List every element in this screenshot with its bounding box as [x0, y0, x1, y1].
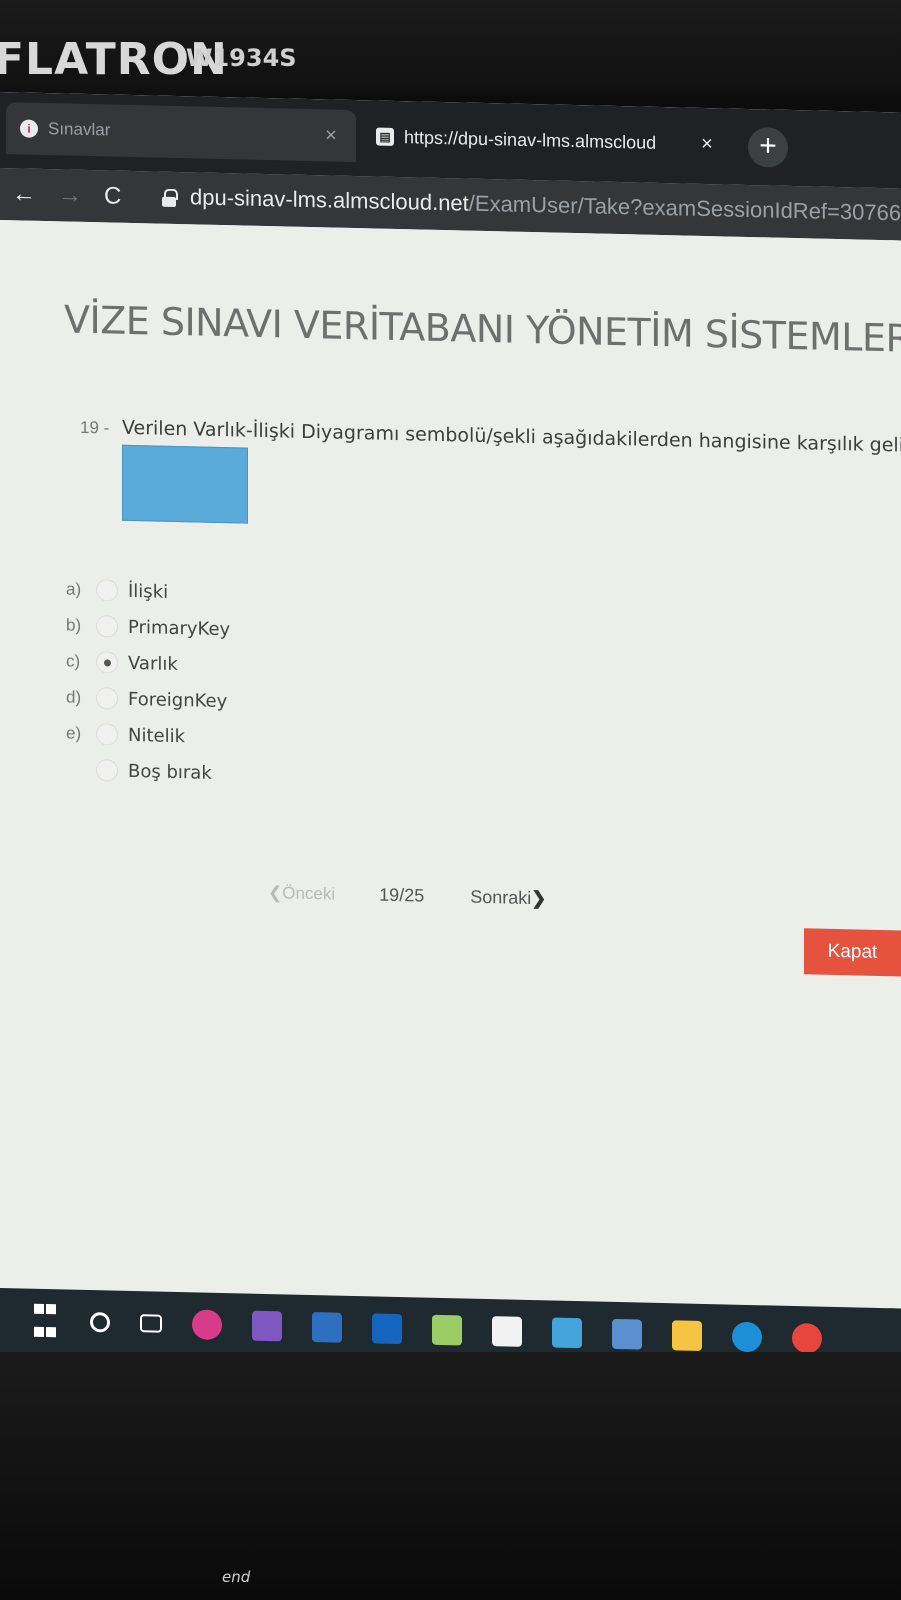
app-cube-icon[interactable] — [492, 1316, 522, 1347]
previous-button[interactable]: ❮Önceki — [268, 883, 335, 905]
close-tab-icon[interactable]: × — [696, 132, 718, 155]
app-pink-icon[interactable] — [192, 1309, 222, 1341]
monitor-bezel-top: FLATRON W1934S — [0, 0, 901, 96]
option-letter: a) — [66, 579, 82, 599]
question-counter: 19/25 — [379, 884, 425, 906]
back-icon[interactable]: ← — [12, 180, 36, 209]
option-letter: d) — [66, 687, 82, 707]
file-explorer-icon[interactable] — [672, 1320, 702, 1351]
chevron-left-icon: ❮ — [268, 882, 283, 902]
windows-start-icon[interactable] — [30, 1303, 60, 1338]
app-sql-icon[interactable] — [612, 1318, 642, 1350]
page-title: VİZE SINAVI VERİTABANI YÖNETİM SİSTEMLER… — [64, 297, 901, 361]
option-label[interactable]: ForeignKey — [128, 688, 227, 711]
screen: i Sınavlar × ▤ https://dpu-sinav-lms.alm… — [0, 92, 901, 1373]
option-letter: b) — [66, 615, 82, 635]
option-d[interactable]: d) ForeignKey — [66, 679, 230, 719]
app-blue-icon[interactable] — [312, 1312, 342, 1343]
tab-exam[interactable]: ▤ https://dpu-sinav-lms.almscloud × — [362, 110, 732, 171]
app-green-icon[interactable] — [432, 1314, 462, 1346]
store-icon[interactable] — [552, 1317, 582, 1349]
outlook-icon[interactable] — [372, 1313, 402, 1345]
previous-label: Önceki — [282, 882, 336, 904]
page-icon: ▤ — [376, 127, 394, 146]
edge-icon[interactable] — [732, 1321, 762, 1353]
tab-title: Sınavlar — [48, 119, 111, 140]
question-number: 19 - — [80, 417, 110, 438]
monitor-bezel-bottom — [0, 1352, 901, 1600]
url-host: dpu-sinav-lms.almscloud.net — [190, 184, 469, 216]
forward-icon[interactable]: → — [58, 181, 82, 210]
lock-icon[interactable] — [162, 189, 176, 207]
keyboard-end-key: end — [222, 1568, 251, 1586]
answer-options: a) İlişki b) PrimaryKey c) Varlık d) For… — [66, 571, 230, 791]
radio-button[interactable] — [96, 687, 118, 710]
exam-page: VİZE SINAVI VERİTABANI YÖNETİM SİSTEMLER… — [0, 220, 901, 1373]
next-label: Sonraki — [470, 886, 532, 909]
tab-title: https://dpu-sinav-lms.almscloud — [404, 126, 657, 153]
entity-rectangle-figure — [122, 444, 248, 524]
radio-button[interactable] — [96, 759, 118, 782]
url-field[interactable]: dpu-sinav-lms.almscloud.net/ExamUser/Tak… — [190, 184, 901, 226]
option-label[interactable]: Varlık — [128, 652, 178, 674]
option-label[interactable]: Nitelik — [128, 724, 185, 746]
tab-sinavlar[interactable]: i Sınavlar × — [6, 102, 356, 163]
pagination: ❮Önceki 19/25 Sonraki❯ — [268, 882, 546, 909]
chrome-icon[interactable] — [792, 1322, 822, 1354]
option-label[interactable]: İlişki — [128, 580, 168, 602]
option-label[interactable]: Boş bırak — [128, 760, 212, 783]
radio-button[interactable] — [96, 615, 118, 638]
option-letter: e) — [66, 723, 82, 743]
close-tab-icon[interactable]: × — [320, 124, 342, 147]
radio-button[interactable] — [96, 723, 118, 746]
close-exam-button[interactable]: Kapat — [804, 928, 901, 977]
option-a[interactable]: a) İlişki — [66, 571, 230, 611]
radio-button-selected[interactable] — [96, 651, 118, 674]
new-tab-button[interactable]: + — [748, 126, 788, 168]
radio-button[interactable] — [96, 579, 118, 602]
option-blank[interactable]: Boş bırak — [66, 751, 230, 791]
next-button[interactable]: Sonraki❯ — [470, 887, 546, 910]
task-view-icon[interactable] — [140, 1314, 162, 1333]
url-path: /ExamUser/Take?examSessionIdRef=307665 — [468, 190, 901, 226]
option-e[interactable]: e) Nitelik — [66, 715, 230, 755]
option-letter: c) — [66, 651, 81, 671]
monitor-model: W1934S — [186, 44, 297, 72]
search-icon[interactable] — [90, 1312, 110, 1333]
option-letter — [66, 769, 96, 770]
visual-studio-icon[interactable] — [252, 1310, 282, 1342]
chevron-right-icon: ❯ — [531, 888, 547, 909]
option-label[interactable]: PrimaryKey — [128, 616, 230, 639]
option-b[interactable]: b) PrimaryKey — [66, 607, 230, 647]
option-c[interactable]: c) Varlık — [66, 643, 230, 683]
info-icon: i — [20, 119, 38, 138]
reload-icon[interactable]: C — [104, 182, 121, 210]
